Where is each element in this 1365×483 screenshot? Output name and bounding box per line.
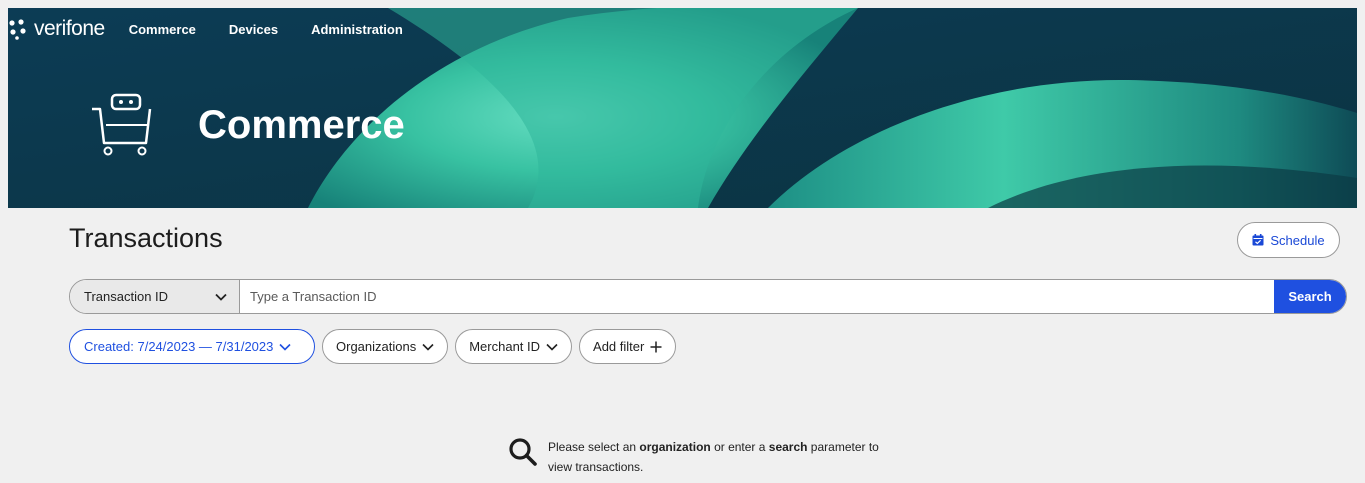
schedule-label: Schedule <box>1270 232 1325 248</box>
schedule-button[interactable]: Schedule <box>1237 222 1340 258</box>
verifone-logo[interactable]: verifone <box>8 17 105 41</box>
organizations-label: Organizations <box>336 339 417 354</box>
nav-devices[interactable]: Devices <box>229 22 278 37</box>
calendar-icon <box>1252 234 1264 246</box>
search-type-label: Transaction ID <box>84 289 169 304</box>
hero-title: Commerce <box>198 103 405 147</box>
empty-state: Please select an organization or enter a… <box>508 437 879 477</box>
shopping-cart-icon <box>92 93 152 156</box>
chevron-down-icon <box>279 343 291 351</box>
search-input[interactable] <box>240 280 1274 313</box>
organizations-filter[interactable]: Organizations <box>322 329 449 364</box>
search-button[interactable]: Search <box>1274 280 1346 313</box>
nav-commerce[interactable]: Commerce <box>129 22 196 37</box>
chevron-down-icon <box>422 343 434 351</box>
created-date-label: Created: 7/24/2023 — 7/31/2023 <box>84 339 274 354</box>
search-icon <box>509 438 537 466</box>
nav-administration[interactable]: Administration <box>311 22 403 37</box>
chevron-down-icon <box>546 343 558 351</box>
page-title: Transactions <box>69 223 223 253</box>
plus-icon <box>650 341 662 352</box>
add-filter-label: Add filter <box>593 339 645 354</box>
search-bar: Transaction ID Search <box>69 279 1347 314</box>
top-navigation: verifone Commerce Devices Administration <box>8 14 403 44</box>
chevron-down-icon <box>215 293 227 301</box>
merchant-id-label: Merchant ID <box>469 339 541 354</box>
filter-bar: Created: 7/24/2023 — 7/31/2023 Organizat… <box>69 329 677 364</box>
search-type-dropdown[interactable]: Transaction ID <box>70 280 240 313</box>
empty-state-message: Please select an organization or enter a… <box>548 440 879 474</box>
brand-name: verifone <box>34 17 105 40</box>
merchant-id-filter[interactable]: Merchant ID <box>455 329 573 364</box>
created-date-filter[interactable]: Created: 7/24/2023 — 7/31/2023 <box>69 329 315 364</box>
add-filter-button[interactable]: Add filter <box>579 329 677 364</box>
verifone-logo-icon <box>9 19 26 40</box>
